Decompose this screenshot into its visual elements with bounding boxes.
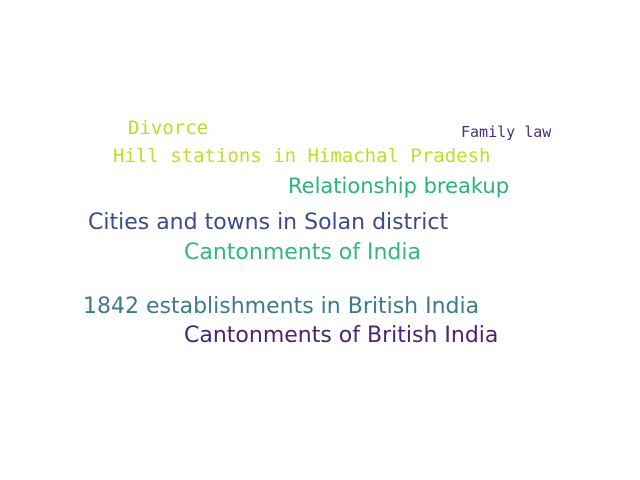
word-cities-towns-solan: Cities and towns in Solan district [88, 210, 449, 235]
word-cloud: Divorce Family law Hill stations in Hima… [0, 0, 640, 480]
word-hill-stations-himachal: Hill stations in Himachal Pradesh [113, 145, 491, 167]
word-cantonments-british-india: Cantonments of British India [184, 323, 499, 348]
word-1842-establishments: 1842 establishments in British India [83, 294, 480, 319]
word-family-law: Family law [461, 123, 552, 141]
word-divorce: Divorce [128, 117, 209, 139]
word-cantonments-of-india: Cantonments of India [184, 240, 421, 265]
word-relationship-breakup: Relationship breakup [288, 174, 510, 198]
